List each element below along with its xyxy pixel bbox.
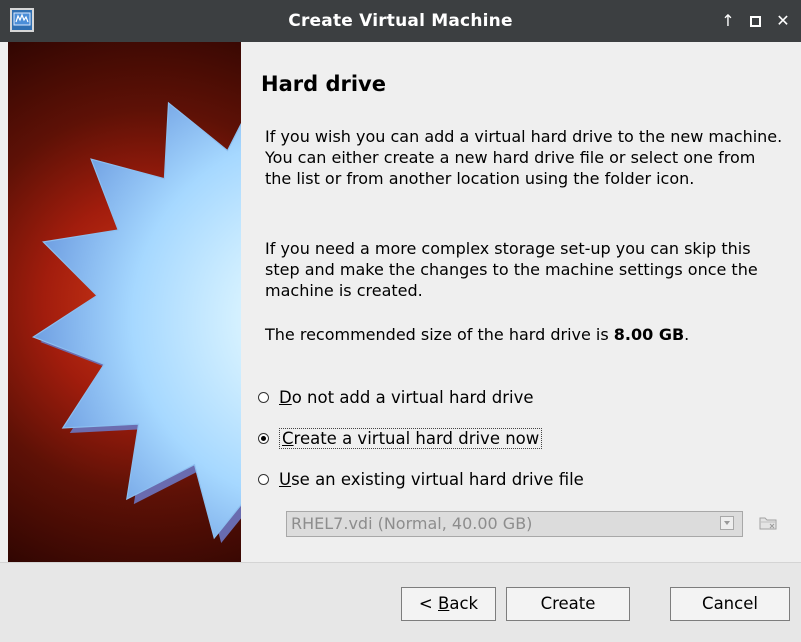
wizard-content: Hard drive If you wish you can add a vir… <box>241 42 801 562</box>
create-vm-dialog: Create Virtual Machine ↑ ✕ Hard drive If… <box>0 0 801 642</box>
recommended-size-value: 8.00 GB <box>613 325 685 344</box>
existing-hard-drive-label[interactable]: Use an existing virtual hard drive file <box>279 470 584 489</box>
create-hard-drive-option[interactable]: Create a virtual hard drive now <box>258 425 543 451</box>
recommended-size-text: The recommended size of the hard drive i… <box>265 324 785 345</box>
create-button[interactable]: Create <box>506 587 630 621</box>
back-button[interactable]: < Back <box>401 587 496 621</box>
window-controls: ↑ ✕ <box>720 0 791 42</box>
existing-hard-drive-value: RHEL7.vdi (Normal, 40.00 GB) <box>291 514 533 533</box>
back-mnemonic: B <box>438 594 450 613</box>
existing-hard-drive-option[interactable]: Use an existing virtual hard drive file <box>258 466 584 492</box>
existing-hard-drive-radio[interactable] <box>258 473 269 485</box>
wizard-footer: < Back Create Cancel <box>0 562 801 642</box>
existing-hard-drive-text: se an existing virtual hard drive file <box>291 469 584 489</box>
starburst-graphic <box>31 101 241 543</box>
no-hard-drive-option[interactable]: Do not add a virtual hard drive <box>258 384 534 410</box>
back-text: ack <box>449 594 479 613</box>
folder-icon[interactable] <box>757 512 779 534</box>
create-hard-drive-text: reate a virtual hard drive now <box>293 428 540 448</box>
advanced-storage-paragraph: If you need a more complex storage set-u… <box>265 239 758 300</box>
close-button[interactable]: ✕ <box>775 13 791 29</box>
create-hard-drive-mnemonic: C <box>282 428 294 448</box>
keep-above-button[interactable]: ↑ <box>720 13 736 29</box>
title-bar: Create Virtual Machine ↑ ✕ <box>0 0 801 42</box>
no-hard-drive-mnemonic: D <box>279 387 292 407</box>
page-heading: Hard drive <box>261 72 386 96</box>
no-hard-drive-radio[interactable] <box>258 391 269 403</box>
existing-hard-drive-mnemonic: U <box>279 469 292 489</box>
cancel-button[interactable]: Cancel <box>670 587 790 621</box>
maximize-button[interactable] <box>750 15 761 27</box>
chevron-down-icon[interactable] <box>720 516 734 530</box>
recommended-size-suffix: . <box>684 325 690 344</box>
create-hard-drive-label[interactable]: Create a virtual hard drive now <box>279 427 543 449</box>
existing-hard-drive-select[interactable]: RHEL7.vdi (Normal, 40.00 GB) <box>286 511 743 537</box>
wizard-side-graphic <box>8 42 241 562</box>
intro-paragraph: If you wish you can add a virtual hard d… <box>265 127 783 188</box>
window-title: Create Virtual Machine <box>288 11 513 31</box>
back-prefix: < <box>418 594 438 613</box>
create-hard-drive-radio[interactable] <box>258 432 269 444</box>
recommended-size-prefix: The recommended size of the hard drive i… <box>265 325 614 344</box>
no-hard-drive-label[interactable]: Do not add a virtual hard drive <box>279 388 534 407</box>
no-hard-drive-text: o not add a virtual hard drive <box>291 387 534 407</box>
